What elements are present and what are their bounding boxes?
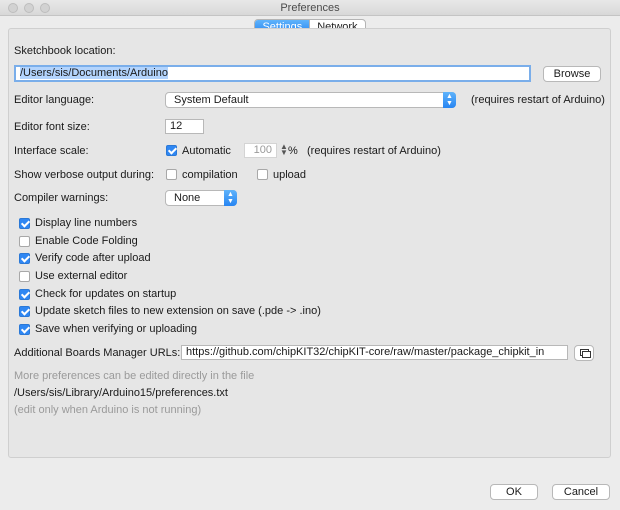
enable-code-folding-checkbox[interactable]	[19, 236, 30, 247]
boards-urls-label: Additional Boards Manager URLs:	[14, 347, 181, 359]
compiler-warnings-select[interactable]: None ▲ ▼	[165, 190, 237, 206]
window-title: Preferences	[280, 2, 340, 14]
verbose-compilation-checkbox[interactable]	[166, 169, 177, 180]
cancel-button[interactable]: Cancel	[552, 484, 610, 500]
font-size-input[interactable]: 12	[165, 119, 204, 134]
scale-note: (requires restart of Arduino)	[307, 145, 441, 157]
editor-language-value: System Default	[174, 94, 249, 106]
verbose-label: Show verbose output during:	[14, 169, 155, 181]
automatic-label: Automatic	[182, 145, 231, 157]
editor-language-note: (requires restart of Arduino)	[471, 94, 605, 106]
scale-stepper-icon: ▲ ▼	[280, 142, 288, 157]
verbose-compilation-label: compilation	[182, 169, 238, 181]
save-when-verifying-checkbox[interactable]	[19, 324, 30, 335]
check-updates-checkbox[interactable]	[19, 289, 30, 300]
boards-urls-input[interactable]: https://github.com/chipKIT32/chipKIT-cor…	[181, 345, 568, 360]
chevron-updown-icon: ▲ ▼	[224, 190, 237, 206]
chevron-updown-icon: ▲ ▼	[443, 92, 456, 108]
edit-note: (edit only when Arduino is not running)	[14, 404, 202, 416]
ok-button[interactable]: OK	[490, 484, 538, 500]
sketchbook-path-input[interactable]: /Users/sis/Documents/Arduino	[14, 65, 531, 82]
scale-input: 100	[244, 143, 277, 158]
boards-urls-edit-button[interactable]	[574, 345, 594, 361]
title-bar: Preferences	[0, 0, 620, 16]
check-updates-label: Check for updates on startup	[35, 288, 177, 300]
display-line-numbers-label: Display line numbers	[35, 217, 138, 229]
verbose-upload-label: upload	[273, 169, 307, 181]
compiler-warnings-value: None	[174, 192, 201, 204]
sketchbook-path-text: /Users/sis/Documents/Arduino	[20, 67, 168, 79]
verify-after-upload-label: Verify code after upload	[35, 252, 151, 264]
sketchbook-label: Sketchbook location:	[14, 45, 116, 57]
editor-language-label: Editor language:	[14, 94, 95, 106]
interface-scale-label: Interface scale:	[14, 145, 89, 157]
prefs-path: /Users/sis/Library/Arduino15/preferences…	[14, 387, 228, 399]
compiler-warnings-label: Compiler warnings:	[14, 192, 109, 204]
use-external-editor-checkbox[interactable]	[19, 271, 30, 282]
editor-language-select[interactable]: System Default ▲ ▼	[165, 92, 456, 108]
font-size-label: Editor font size:	[14, 121, 90, 133]
display-line-numbers-checkbox[interactable]	[19, 218, 30, 229]
window-list-icon-front	[582, 351, 591, 358]
save-when-verifying-label: Save when verifying or uploading	[35, 323, 198, 335]
scale-unit: %	[288, 145, 298, 157]
automatic-checkbox[interactable]	[166, 145, 177, 156]
use-external-editor-label: Use external editor	[35, 270, 128, 282]
update-sketch-extension-checkbox[interactable]	[19, 306, 30, 317]
more-prefs-note: More preferences can be edited directly …	[14, 370, 255, 382]
verbose-upload-checkbox[interactable]	[257, 169, 268, 180]
browse-button[interactable]: Browse	[543, 66, 601, 82]
update-sketch-extension-label: Update sketch files to new extension on …	[35, 305, 321, 317]
enable-code-folding-label: Enable Code Folding	[35, 235, 138, 247]
verify-after-upload-checkbox[interactable]	[19, 253, 30, 264]
